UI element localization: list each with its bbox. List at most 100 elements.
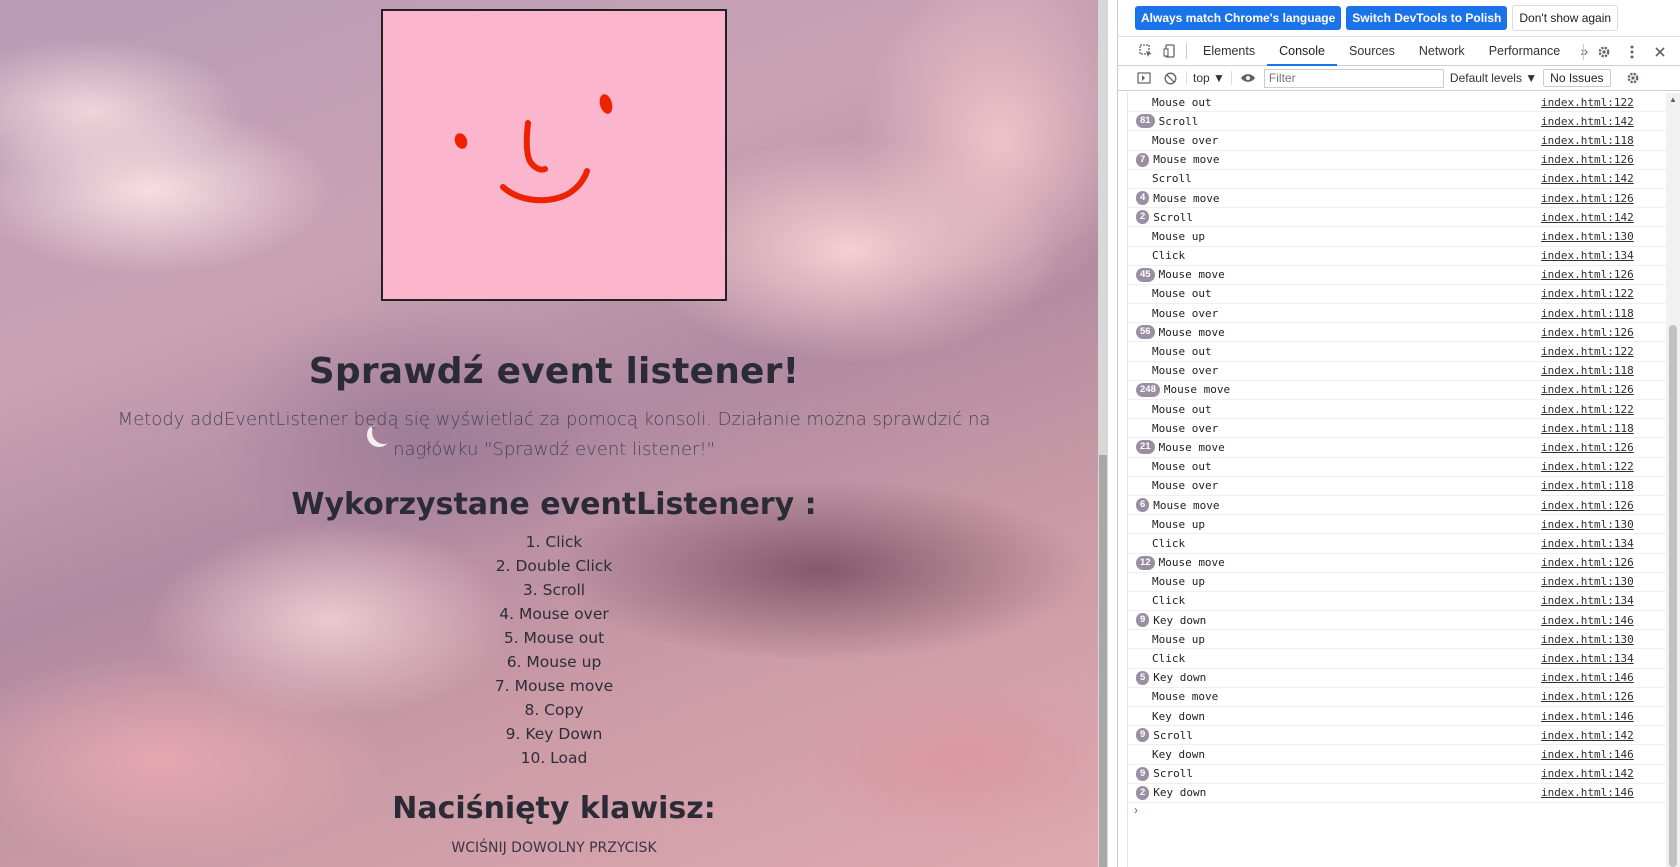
clear-console-icon[interactable] [1160, 68, 1180, 88]
message-text: Mouse up [1152, 229, 1205, 243]
repeat-count-badge: 5 [1136, 670, 1150, 685]
source-link[interactable]: index.html:130 [1541, 633, 1634, 646]
source-link[interactable]: index.html:122 [1541, 460, 1634, 473]
page-scrollbar-thumb[interactable] [1099, 455, 1107, 867]
source-link[interactable]: index.html:146 [1541, 786, 1634, 799]
scroll-up-arrow-icon[interactable]: ▲ [1669, 95, 1677, 104]
repeat-count-badge: 12 [1136, 555, 1155, 570]
source-link[interactable]: index.html:130 [1541, 575, 1634, 588]
source-link[interactable]: index.html:142 [1541, 172, 1634, 185]
source-link[interactable]: index.html:118 [1541, 364, 1634, 377]
message-text: Mouse move [1163, 383, 1231, 397]
source-link[interactable]: index.html:118 [1541, 134, 1634, 147]
source-link[interactable]: index.html:126 [1541, 153, 1634, 166]
source-link[interactable]: index.html:126 [1541, 192, 1634, 205]
tab-separator [1186, 43, 1187, 59]
source-link[interactable]: index.html:118 [1541, 307, 1634, 320]
source-link[interactable]: index.html:146 [1541, 710, 1634, 723]
console-output[interactable]: Mouse out index.html:122 81 Scroll index.htm… [1127, 93, 1666, 867]
source-link[interactable]: index.html:130 [1541, 518, 1634, 531]
source-link[interactable]: index.html:126 [1541, 690, 1634, 703]
message-text: Key down [1153, 786, 1207, 800]
console-message: 9 Key down index.html:146 [1128, 611, 1666, 631]
console-message: Click index.html:134 [1128, 534, 1666, 554]
console-message: Mouse out index.html:122 [1128, 93, 1666, 113]
repeat-count-badge: 9 [1136, 766, 1150, 781]
console-scrollbar-thumb[interactable] [1669, 325, 1677, 867]
message-text: Mouse up [1152, 632, 1205, 646]
event-list-heading: Wykorzystane eventListenery : [291, 487, 817, 522]
page-heading[interactable]: Sprawdź event listener! [0, 351, 1108, 392]
live-expression-eye-icon[interactable] [1238, 68, 1258, 88]
source-link[interactable]: index.html:118 [1541, 422, 1634, 435]
source-link[interactable]: index.html:126 [1541, 556, 1634, 569]
log-levels-dropdown[interactable]: Default levels ▼ [1450, 71, 1537, 85]
close-devtools-icon[interactable] [1648, 40, 1672, 64]
source-link[interactable]: index.html:126 [1541, 499, 1634, 512]
console-message: Mouse up index.html:130 [1128, 515, 1666, 535]
source-link[interactable]: index.html:130 [1541, 230, 1634, 243]
message-text: Mouse out [1152, 345, 1212, 359]
message-text: Mouse over [1152, 421, 1219, 435]
source-link[interactable]: index.html:122 [1541, 96, 1634, 109]
source-link[interactable]: index.html:146 [1541, 671, 1634, 684]
message-text: Click [1152, 249, 1186, 263]
source-link[interactable]: index.html:122 [1541, 345, 1634, 358]
mouth-stroke [500, 168, 590, 204]
source-link[interactable]: index.html:142 [1541, 767, 1634, 780]
console-message: 9 Scroll index.html:142 [1128, 726, 1666, 746]
source-link[interactable]: index.html:134 [1541, 537, 1634, 550]
source-link[interactable]: index.html:126 [1541, 326, 1634, 339]
tab-console[interactable]: Console [1267, 37, 1337, 66]
source-link[interactable]: index.html:134 [1541, 249, 1634, 262]
console-prompt[interactable]: › [1128, 803, 1666, 821]
source-link[interactable]: index.html:134 [1541, 594, 1634, 607]
tab-elements[interactable]: Elements [1191, 37, 1267, 66]
tab-sources[interactable]: Sources [1337, 37, 1407, 66]
message-text: Click [1152, 536, 1186, 550]
page-subtitle: Metody addEventListener będą się wyświet… [117, 409, 991, 460]
tab-network[interactable]: Network [1407, 37, 1477, 66]
issues-button[interactable]: No Issues [1543, 69, 1611, 87]
console-settings-gear-icon[interactable] [1623, 68, 1643, 88]
source-link[interactable]: index.html:146 [1541, 748, 1634, 761]
key-heading: Naciśnięty klawisz: [392, 791, 716, 826]
drawing-canvas[interactable] [381, 9, 727, 301]
console-scrollbar[interactable]: ▲ [1666, 93, 1680, 867]
console-message: 81 Scroll index.html:142 [1128, 112, 1666, 132]
source-link[interactable]: index.html:126 [1541, 383, 1634, 396]
source-link[interactable]: index.html:122 [1541, 403, 1634, 416]
inspect-element-icon[interactable] [1134, 39, 1158, 63]
page-scrollbar[interactable] [1098, 0, 1108, 867]
webpage: Sprawdź event listener! Metody addEventL… [0, 0, 1108, 867]
dont-show-again-button[interactable]: Don't show again [1512, 5, 1619, 31]
console-message: Mouse over index.html:118 [1128, 362, 1666, 381]
source-link[interactable]: index.html:142 [1541, 115, 1634, 128]
console-message: Click index.html:134 [1128, 649, 1666, 669]
list-item: 5. Mouse out [503, 629, 605, 647]
match-language-button[interactable]: Always match Chrome's language [1135, 6, 1342, 30]
console-message: Mouse move index.html:126 [1128, 688, 1666, 707]
list-item: 3. Scroll [522, 581, 586, 599]
switch-language-button[interactable]: Switch DevTools to Polish [1346, 6, 1508, 30]
tab-performance[interactable]: Performance [1477, 37, 1573, 66]
source-link[interactable]: index.html:118 [1541, 479, 1634, 492]
console-filter-input[interactable] [1263, 68, 1444, 88]
console-message: Scroll index.html:142 [1128, 170, 1666, 189]
message-text: Click [1152, 594, 1186, 608]
settings-gear-icon[interactable] [1592, 40, 1616, 64]
message-text: Mouse out [1152, 460, 1212, 474]
source-link[interactable]: index.html:142 [1541, 211, 1634, 224]
console-message: 9 Scroll index.html:142 [1128, 765, 1666, 784]
device-toolbar-icon[interactable] [1158, 39, 1182, 63]
source-link[interactable]: index.html:142 [1541, 729, 1634, 742]
source-link[interactable]: index.html:134 [1541, 652, 1634, 665]
source-link[interactable]: index.html:126 [1541, 441, 1634, 454]
sidebar-toggle-icon[interactable] [1134, 68, 1154, 88]
kebab-menu-icon[interactable] [1620, 40, 1644, 64]
source-link[interactable]: index.html:146 [1541, 614, 1634, 627]
source-link[interactable]: index.html:126 [1541, 268, 1634, 281]
context-selector[interactable]: top ▼ [1186, 71, 1232, 85]
source-link[interactable]: index.html:122 [1541, 287, 1634, 300]
console-message: Mouse out index.html:122 [1128, 400, 1666, 420]
